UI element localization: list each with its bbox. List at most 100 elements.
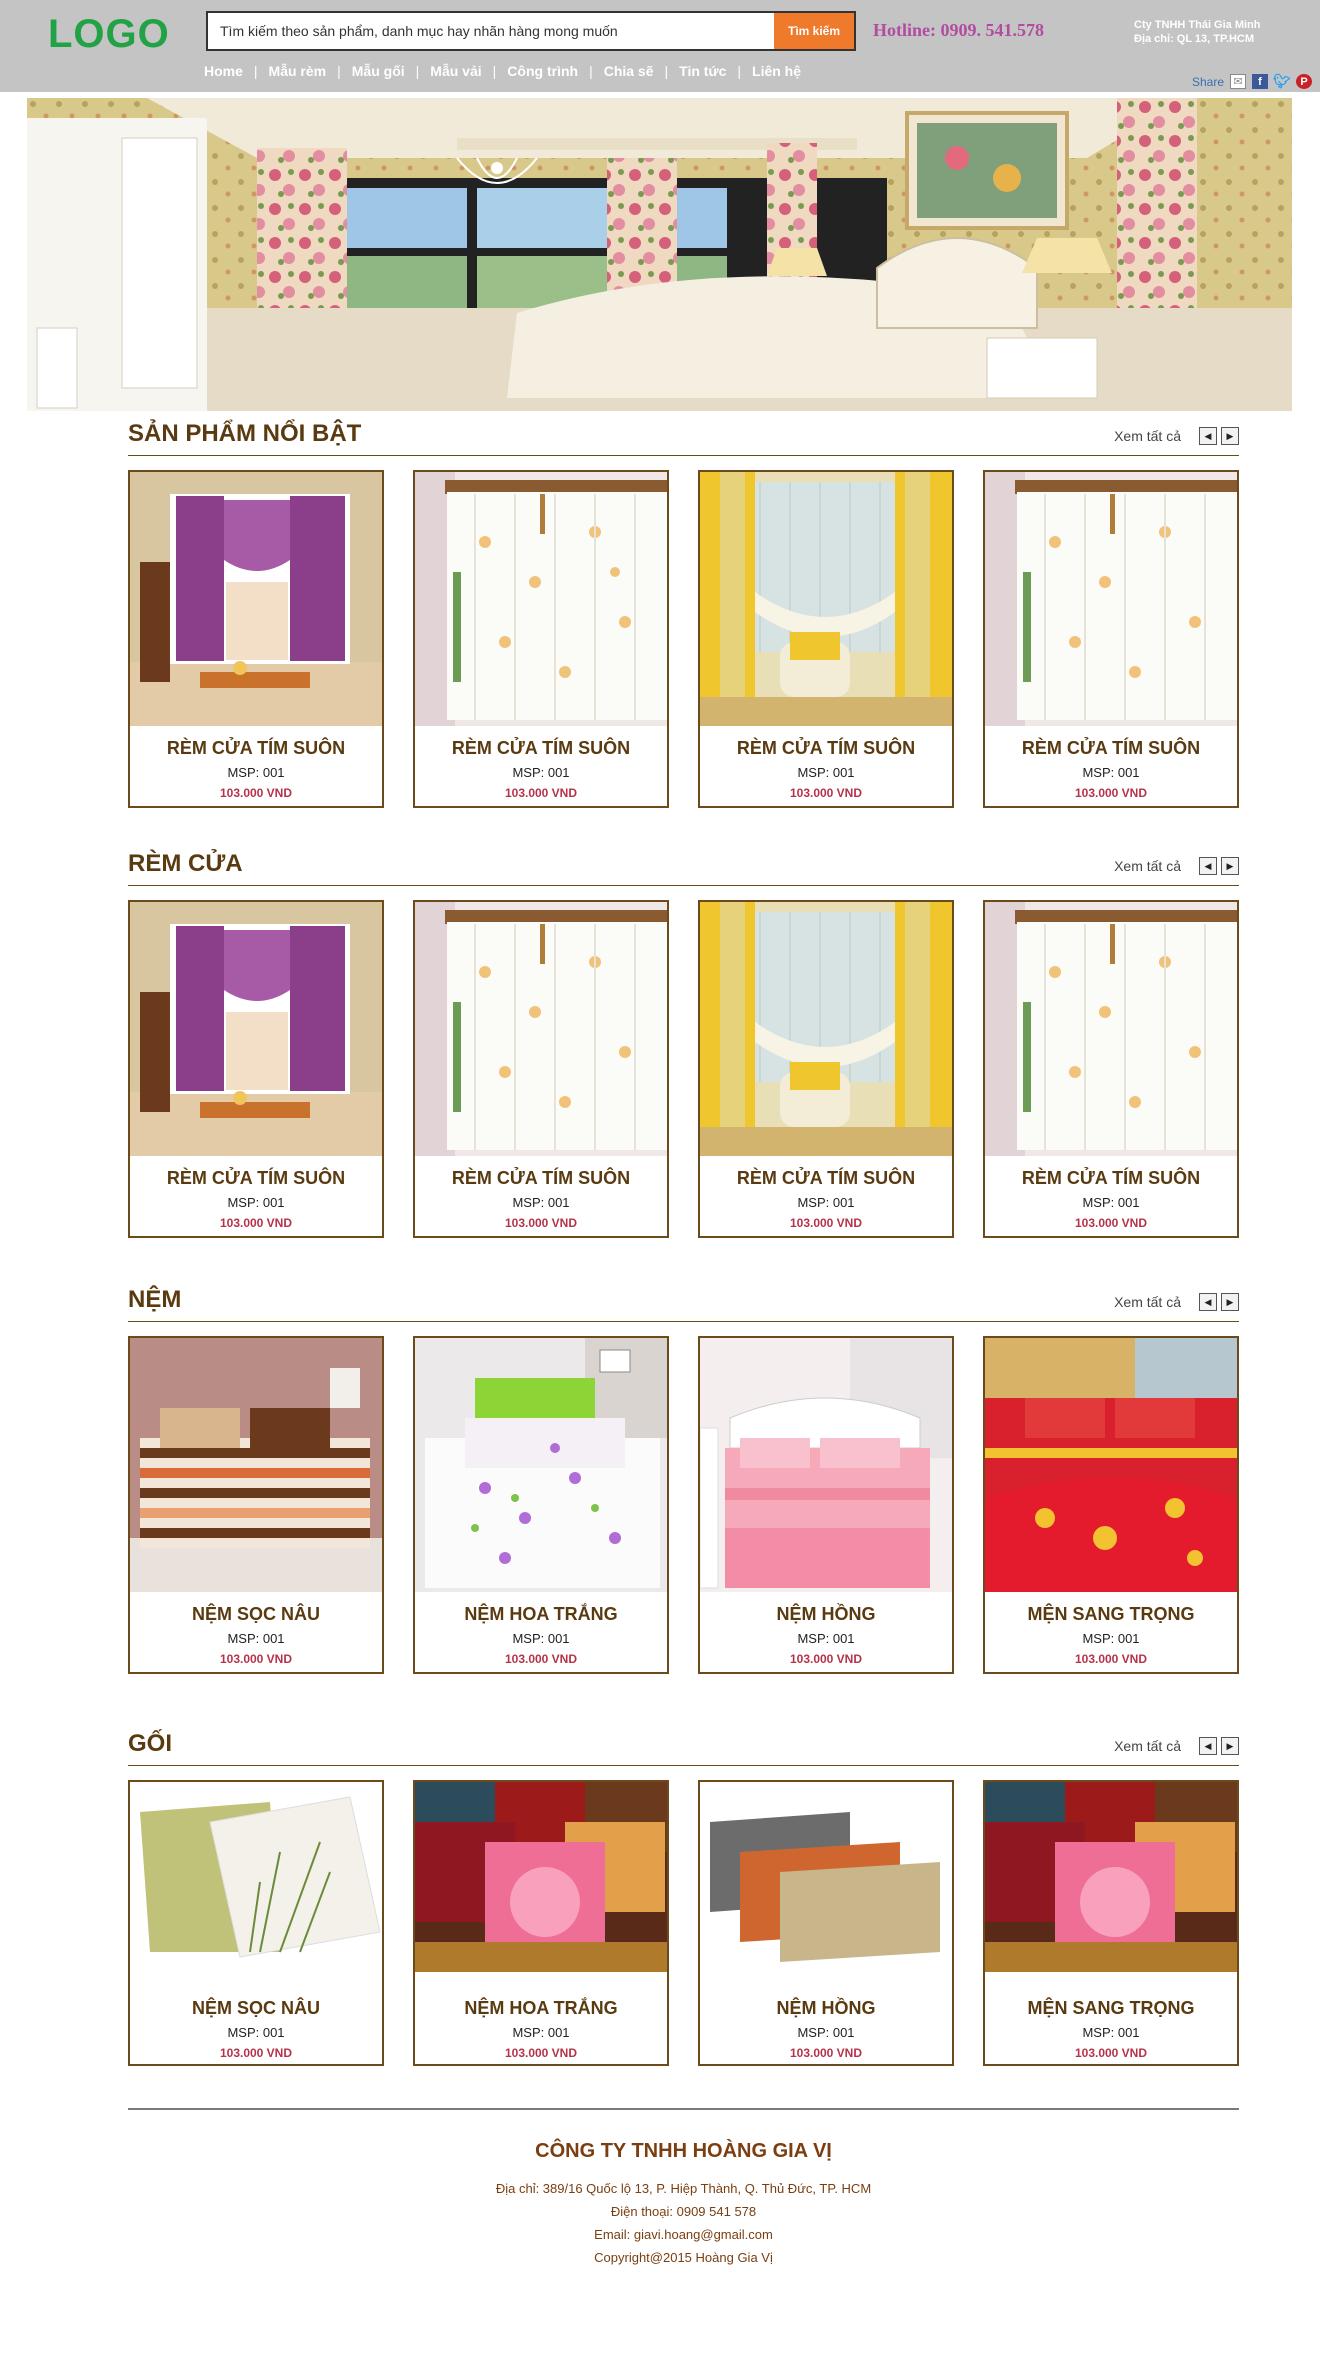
hero-banner bbox=[27, 98, 1292, 411]
product-image-white-floral-bedding bbox=[415, 1338, 667, 1592]
nav-projects[interactable]: Công trình bbox=[507, 63, 578, 79]
twitter-icon[interactable]: 🐦︎ bbox=[1273, 73, 1291, 89]
product-price: 103.000 VND bbox=[789, 786, 863, 800]
product-image-white-floral-curtain bbox=[415, 902, 667, 1156]
section-title: SẢN PHẨM NỔI BẬT bbox=[128, 420, 362, 447]
nav-news[interactable]: Tin tức bbox=[679, 63, 726, 79]
site-header: LOGO Tìm kiếm Hotline: 0909. 541.578 Cty… bbox=[0, 0, 1320, 92]
product-card[interactable]: MỆN SANG TRỌNG MSP: 001 103.000 VND bbox=[983, 1336, 1239, 1674]
section-title: GỐI bbox=[128, 1730, 173, 1757]
product-price: 103.000 VND bbox=[219, 1216, 293, 1230]
product-image-red-luxury-bedding bbox=[985, 1338, 1237, 1592]
product-image-purple-curtain bbox=[130, 902, 382, 1156]
product-card[interactable]: RÈM CỬA TÍM SUÔN MSP: 001 103.000 VND bbox=[983, 900, 1239, 1238]
next-arrow-icon[interactable]: ▶ bbox=[1221, 1293, 1239, 1311]
product-card[interactable]: NỆM HOA TRẮNG MSP: 001 103.000 VND bbox=[413, 1780, 669, 2066]
search-input[interactable] bbox=[208, 13, 774, 49]
product-info: NỆM SỌC NÂU MSP: 001 103.000 VND bbox=[130, 1972, 382, 2064]
featured-products-section: SẢN PHẨM NỔI BẬT Xem tất cả ◀ ▶ RÈM CỬA … bbox=[128, 420, 1239, 808]
product-card[interactable]: RÈM CỬA TÍM SUÔN MSP: 001 103.000 VND bbox=[128, 900, 384, 1238]
product-card[interactable]: NỆM SỌC NÂU MSP: 001 103.000 VND bbox=[128, 1780, 384, 2066]
search-button[interactable]: Tìm kiếm bbox=[774, 13, 854, 49]
product-grid: NỆM SỌC NÂU MSP: 001 103.000 VND NỆM HOA… bbox=[128, 1336, 1239, 1674]
product-image-yellow-curtain bbox=[700, 902, 952, 1156]
nav-home[interactable]: Home bbox=[204, 63, 243, 79]
product-info: NỆM SỌC NÂU MSP: 001 103.000 VND bbox=[130, 1592, 382, 1672]
product-card[interactable]: RÈM CỬA TÍM SUÔN MSP: 001 103.000 VND bbox=[128, 470, 384, 808]
product-card[interactable]: NỆM HỒNG MSP: 001 103.000 VND bbox=[698, 1780, 954, 2066]
product-code: MSP: 001 bbox=[1082, 1195, 1140, 1210]
next-arrow-icon[interactable]: ▶ bbox=[1221, 427, 1239, 445]
product-card[interactable]: NỆM HOA TRẮNG MSP: 001 103.000 VND bbox=[413, 1336, 669, 1674]
header-company-address: Địa chỉ: QL 13, TP.HCM bbox=[1134, 33, 1255, 45]
product-price: 103.000 VND bbox=[1074, 1216, 1148, 1230]
mail-icon[interactable]: ✉ bbox=[1230, 74, 1246, 89]
nav-pillows[interactable]: Mẫu gối bbox=[352, 63, 405, 79]
nav-separator: | bbox=[492, 63, 497, 79]
prev-arrow-icon[interactable]: ◀ bbox=[1199, 427, 1217, 445]
facebook-icon[interactable]: f bbox=[1252, 74, 1268, 89]
view-all-link[interactable]: Xem tất cả bbox=[1114, 428, 1181, 444]
product-code: MSP: 001 bbox=[512, 1631, 570, 1646]
next-arrow-icon[interactable]: ▶ bbox=[1221, 1737, 1239, 1755]
product-info: MỆN SANG TRỌNG MSP: 001 103.000 VND bbox=[985, 1592, 1237, 1672]
nav-separator: | bbox=[415, 63, 420, 79]
prev-arrow-icon[interactable]: ◀ bbox=[1199, 1293, 1217, 1311]
product-price: 103.000 VND bbox=[1074, 1652, 1148, 1666]
product-card[interactable]: RÈM CỬA TÍM SUÔN MSP: 001 103.000 VND bbox=[983, 470, 1239, 808]
product-code: MSP: 001 bbox=[512, 1195, 570, 1210]
view-all-link[interactable]: Xem tất cả bbox=[1114, 1294, 1181, 1310]
carousel-arrows: ◀ ▶ bbox=[1199, 857, 1239, 875]
product-name: MỆN SANG TRỌNG bbox=[1027, 1998, 1195, 2018]
product-card[interactable]: MỆN SANG TRỌNG MSP: 001 103.000 VND bbox=[983, 1780, 1239, 2066]
product-name: RÈM CỬA TÍM SUÔN bbox=[736, 738, 916, 758]
product-card[interactable]: NỆM HỒNG MSP: 001 103.000 VND bbox=[698, 1336, 954, 1674]
product-image-striped-bedding bbox=[130, 1338, 382, 1592]
product-price: 103.000 VND bbox=[504, 786, 578, 800]
product-code: MSP: 001 bbox=[227, 1195, 285, 1210]
nav-share[interactable]: Chia sẽ bbox=[604, 63, 654, 79]
header-company-name: Cty TNHH Thái Gia Minh bbox=[1134, 19, 1261, 31]
product-name: NỆM SỌC NÂU bbox=[191, 1998, 320, 2018]
product-image-green-pillows bbox=[130, 1782, 382, 1972]
product-name: NỆM HỒNG bbox=[776, 1604, 876, 1624]
carousel-arrows: ◀ ▶ bbox=[1199, 1737, 1239, 1755]
product-card[interactable]: RÈM CỬA TÍM SUÔN MSP: 001 103.000 VND bbox=[413, 900, 669, 1238]
product-price: 103.000 VND bbox=[219, 2046, 293, 2060]
next-arrow-icon[interactable]: ▶ bbox=[1221, 857, 1239, 875]
carousel-arrows: ◀ ▶ bbox=[1199, 1293, 1239, 1311]
nav-curtains[interactable]: Mẫu rèm bbox=[269, 63, 327, 79]
product-price: 103.000 VND bbox=[789, 1216, 863, 1230]
product-name: RÈM CỬA TÍM SUÔN bbox=[1021, 1168, 1201, 1188]
nav-separator: | bbox=[337, 63, 341, 79]
product-card[interactable]: RÈM CỬA TÍM SUÔN MSP: 001 103.000 VND bbox=[698, 900, 954, 1238]
product-card[interactable]: RÈM CỬA TÍM SUÔN MSP: 001 103.000 VND bbox=[413, 470, 669, 808]
prev-arrow-icon[interactable]: ◀ bbox=[1199, 1737, 1217, 1755]
product-info: RÈM CỬA TÍM SUÔN MSP: 001 103.000 VND bbox=[700, 726, 952, 806]
footer-phone: Điện thoại: 0909 541 578 bbox=[610, 2204, 757, 2219]
share-label[interactable]: Share bbox=[1192, 75, 1224, 89]
nav-separator: | bbox=[664, 63, 669, 79]
bedroom-banner-image bbox=[27, 98, 1292, 411]
product-code: MSP: 001 bbox=[227, 765, 285, 780]
product-info: NỆM HOA TRẮNG MSP: 001 103.000 VND bbox=[415, 1972, 667, 2064]
prev-arrow-icon[interactable]: ◀ bbox=[1199, 857, 1217, 875]
nav-fabrics[interactable]: Mẫu vải bbox=[430, 63, 481, 79]
pinterest-icon[interactable]: P bbox=[1296, 74, 1312, 89]
product-name: NỆM HOA TRẮNG bbox=[464, 1604, 618, 1624]
view-all-link[interactable]: Xem tất cả bbox=[1114, 858, 1181, 874]
product-card[interactable]: RÈM CỬA TÍM SUÔN MSP: 001 103.000 VND bbox=[698, 470, 954, 808]
footer-email[interactable]: Email: giavi.hoang@gmail.com bbox=[128, 2227, 1239, 2242]
section-title: NỆM bbox=[128, 1286, 182, 1313]
logo[interactable]: LOGO bbox=[48, 12, 170, 57]
nav-separator: | bbox=[589, 63, 593, 79]
product-name: RÈM CỬA TÍM SUÔN bbox=[166, 1168, 346, 1188]
view-all-link[interactable]: Xem tất cả bbox=[1114, 1738, 1181, 1754]
product-price: 103.000 VND bbox=[1074, 2046, 1148, 2060]
product-image-white-floral-curtain bbox=[985, 902, 1237, 1156]
curtains-section: RÈM CỬA Xem tất cả ◀ ▶ RÈM CỬA TÍM SUÔN … bbox=[128, 850, 1239, 1238]
nav-contact[interactable]: Liên hệ bbox=[752, 63, 801, 79]
product-card[interactable]: NỆM SỌC NÂU MSP: 001 103.000 VND bbox=[128, 1336, 384, 1674]
product-grid: RÈM CỬA TÍM SUÔN MSP: 001 103.000 VND RÈ… bbox=[128, 900, 1239, 1238]
nav-separator: | bbox=[737, 63, 742, 79]
